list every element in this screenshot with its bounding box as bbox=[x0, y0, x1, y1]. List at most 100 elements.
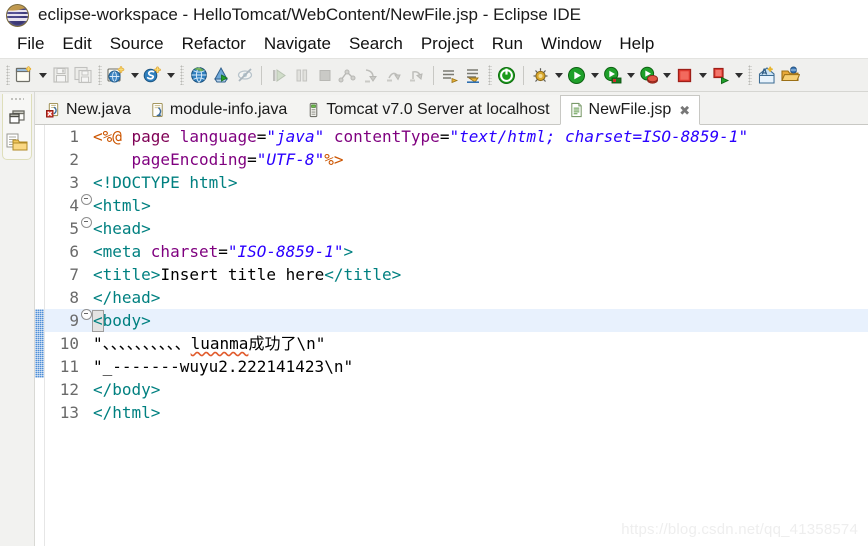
toolbar-group-grip[interactable] bbox=[6, 65, 10, 85]
code-line[interactable]: 6 <meta charset="ISO-8859-1"> bbox=[45, 240, 868, 263]
resume-icon bbox=[267, 64, 290, 87]
publish-icon[interactable] bbox=[709, 64, 732, 87]
code-line[interactable]: 9 <body> bbox=[45, 309, 868, 332]
stop-icon[interactable] bbox=[673, 64, 696, 87]
code-line[interactable]: 5 <head> bbox=[45, 217, 868, 240]
editor-tab-label: module-info.java bbox=[169, 101, 288, 118]
code-line[interactable]: 3 <!DOCTYPE html> bbox=[45, 171, 868, 194]
terminate-icon bbox=[313, 64, 336, 87]
code-line[interactable]: 13 </html> bbox=[45, 401, 868, 424]
close-icon[interactable]: ✖ bbox=[679, 104, 690, 117]
menu-run[interactable]: Run bbox=[483, 34, 532, 54]
line-number: 7 bbox=[69, 265, 79, 284]
menu-refactor[interactable]: Refactor bbox=[173, 34, 255, 54]
toolbar-group-grip[interactable] bbox=[488, 65, 492, 85]
profile-icon[interactable] bbox=[637, 64, 660, 87]
run-server-icon[interactable] bbox=[601, 64, 624, 87]
code-line[interactable]: 2 pageEncoding="UTF-8"%> bbox=[45, 148, 868, 171]
editor-area: New.java module-info.java Tomcat v7.0 Serv… bbox=[35, 92, 868, 546]
line-number: 13 bbox=[59, 403, 79, 422]
toolbar-group-grip[interactable] bbox=[180, 65, 184, 85]
code-token: "text/html; charset=ISO-8859-1" bbox=[449, 127, 749, 146]
new-servlet-icon[interactable] bbox=[141, 64, 164, 87]
jsp-file-icon bbox=[569, 102, 584, 118]
editor-tab-new-java[interactable]: New.java bbox=[37, 95, 141, 124]
chevron-down-icon[interactable] bbox=[164, 64, 177, 87]
chevron-down-icon[interactable] bbox=[696, 64, 709, 87]
line-number: 10 bbox=[59, 334, 79, 353]
menu-help[interactable]: Help bbox=[610, 34, 663, 54]
line-number: 11 bbox=[59, 357, 79, 376]
new-java-class-icon[interactable]: A bbox=[755, 64, 778, 87]
code-token: %> bbox=[324, 150, 344, 169]
source-editor[interactable]: 1 <%@ page language="java" contentType="t… bbox=[35, 125, 868, 546]
new-wizard-icon[interactable] bbox=[13, 64, 36, 87]
debug-icon[interactable] bbox=[529, 64, 552, 87]
fast-view-panel bbox=[2, 94, 32, 160]
fold-collapse-icon[interactable] bbox=[80, 194, 93, 205]
code-token: <title> bbox=[93, 265, 161, 284]
code-line[interactable]: 11 "_-------wuyu2.222141423\n" bbox=[45, 355, 868, 378]
code-text: <head> bbox=[93, 217, 868, 240]
code-line[interactable]: 7 <title>Insert title here</title> bbox=[45, 263, 868, 286]
new-jsp-file-icon[interactable] bbox=[105, 64, 128, 87]
code-text: "、、、、、、、、、、luanma成功了\n" bbox=[93, 332, 868, 355]
restore-perspective-icon[interactable] bbox=[4, 105, 30, 129]
menu-search[interactable]: Search bbox=[340, 34, 412, 54]
change-bar-marker bbox=[35, 309, 44, 378]
menu-source[interactable]: Source bbox=[101, 34, 173, 54]
chevron-down-icon[interactable] bbox=[128, 64, 141, 87]
menu-project[interactable]: Project bbox=[412, 34, 483, 54]
chevron-down-icon[interactable] bbox=[588, 64, 601, 87]
chevron-down-icon[interactable] bbox=[732, 64, 745, 87]
editor-tab-module-info-java[interactable]: module-info.java bbox=[140, 95, 298, 124]
open-type-icon[interactable] bbox=[778, 64, 801, 87]
fast-view-grip[interactable] bbox=[10, 97, 24, 102]
next-annotation-icon[interactable] bbox=[439, 64, 462, 87]
code-token: <!DOCTYPE html> bbox=[93, 173, 238, 192]
open-web-browser-icon[interactable] bbox=[187, 64, 210, 87]
code-token: = bbox=[439, 127, 450, 146]
editor-tab-tomcat-v7-0-server-at-localhost[interactable]: Tomcat v7.0 Server at localhost bbox=[297, 95, 560, 124]
menu-navigate[interactable]: Navigate bbox=[255, 34, 340, 54]
code-line[interactable]: 8 </head> bbox=[45, 286, 868, 309]
chevron-down-icon[interactable] bbox=[36, 64, 49, 87]
code-token: "、、、、、、、、、、 bbox=[93, 334, 191, 353]
previous-annotation-icon[interactable] bbox=[462, 64, 485, 87]
line-number: 3 bbox=[69, 173, 79, 192]
code-text: </head> bbox=[93, 286, 868, 309]
editor-tab-label: Tomcat v7.0 Server at localhost bbox=[326, 101, 550, 118]
chevron-down-icon[interactable] bbox=[552, 64, 565, 87]
code-token: contentType bbox=[333, 127, 440, 146]
code-text: "_-------wuyu2.222141423\n" bbox=[93, 355, 868, 378]
code-token: charset bbox=[150, 242, 219, 261]
fold-collapse-icon[interactable] bbox=[80, 217, 93, 228]
chevron-down-icon[interactable] bbox=[624, 64, 637, 87]
step-into-icon bbox=[359, 64, 382, 87]
menu-window[interactable]: Window bbox=[532, 34, 610, 54]
toolbar-group-grip[interactable] bbox=[98, 65, 102, 85]
code-viewport[interactable]: 1 <%@ page language="java" contentType="t… bbox=[45, 125, 868, 546]
code-token: luanma bbox=[190, 334, 249, 353]
code-token: </html> bbox=[93, 403, 161, 422]
code-token: "java" bbox=[266, 127, 325, 146]
svg-text:A: A bbox=[761, 67, 767, 76]
run-on-server-icon[interactable] bbox=[210, 64, 233, 87]
toolbar-separator bbox=[433, 65, 434, 85]
code-token: <html> bbox=[93, 196, 151, 215]
start-server-icon[interactable] bbox=[495, 64, 518, 87]
editor-tab-newfile-jsp[interactable]: NewFile.jsp ✖ bbox=[559, 95, 701, 125]
code-line[interactable]: 1 <%@ page language="java" contentType="t… bbox=[45, 125, 868, 148]
run-icon[interactable] bbox=[565, 64, 588, 87]
chevron-down-icon[interactable] bbox=[660, 64, 673, 87]
code-token: "ISO-8859-1" bbox=[227, 242, 344, 261]
code-line[interactable]: 10 "、、、、、、、、、、luanma成功了\n" bbox=[45, 332, 868, 355]
code-line[interactable]: 12 </body> bbox=[45, 378, 868, 401]
menu-edit[interactable]: Edit bbox=[53, 34, 100, 54]
project-explorer-icon[interactable] bbox=[4, 130, 30, 154]
menu-file[interactable]: File bbox=[8, 34, 53, 54]
toolbar-group-grip[interactable] bbox=[748, 65, 752, 85]
line-number: 2 bbox=[69, 150, 79, 169]
code-line[interactable]: 4 <html> bbox=[45, 194, 868, 217]
line-number: 5 bbox=[69, 219, 79, 238]
